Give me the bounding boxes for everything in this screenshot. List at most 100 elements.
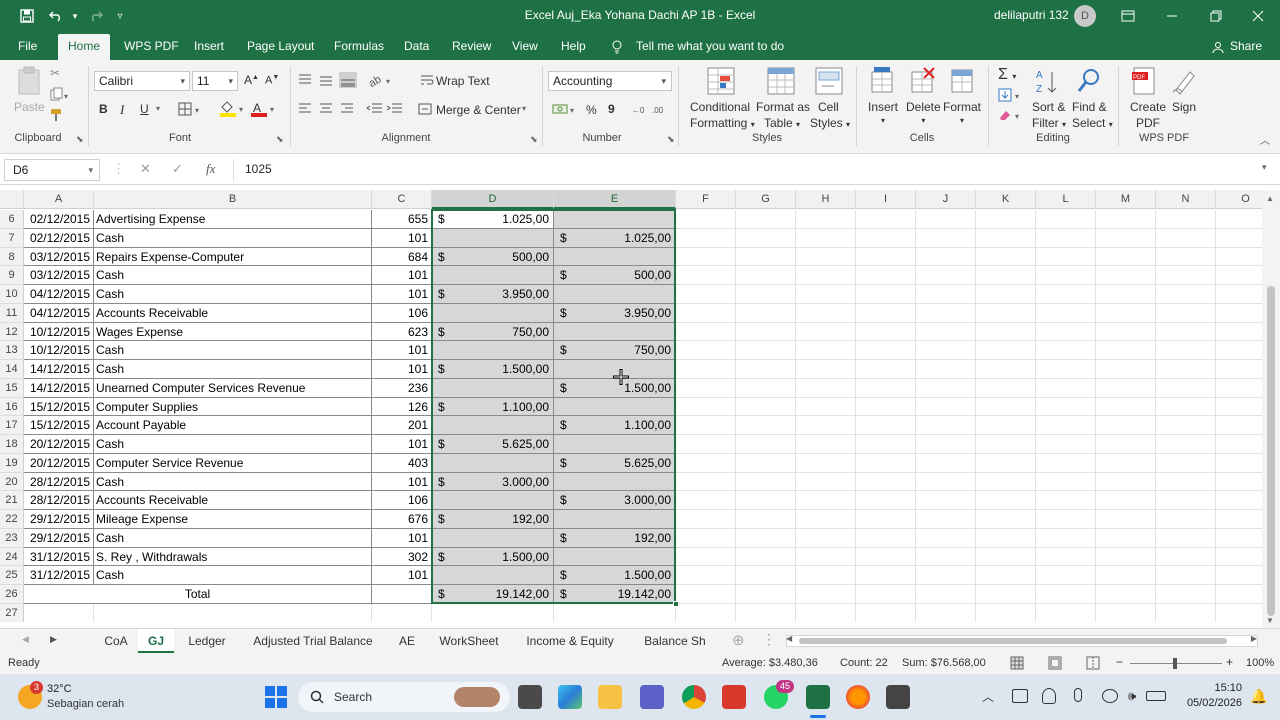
grid-cell[interactable]	[1036, 378, 1096, 398]
grid-cell[interactable]	[736, 228, 796, 248]
grid-cell[interactable]	[736, 603, 796, 622]
grid-cell[interactable]	[1096, 566, 1156, 585]
cell-account[interactable]: Cash	[94, 435, 372, 454]
grid-cell[interactable]	[1216, 454, 1262, 473]
bold-button[interactable]: B	[99, 102, 108, 116]
cell-credit[interactable]	[554, 210, 676, 229]
find-select-icon[interactable]	[1076, 66, 1104, 99]
save-icon[interactable]	[14, 0, 40, 32]
grid-cell[interactable]	[1036, 285, 1096, 304]
cell-date[interactable]: 29/12/2015	[24, 528, 94, 548]
format-as-table-icon[interactable]	[766, 66, 796, 99]
grid-cell[interactable]	[1036, 585, 1096, 604]
find-select-button[interactable]: Find & Select ▾	[1072, 100, 1113, 130]
page-layout-view-icon[interactable]	[1048, 656, 1062, 673]
grid-cell[interactable]	[856, 397, 916, 417]
cell-credit[interactable]: $500,00	[554, 266, 676, 285]
grid-cell[interactable]	[856, 210, 916, 229]
menu-page-layout[interactable]: Page Layout	[247, 32, 314, 60]
grid-cell[interactable]	[1096, 491, 1156, 510]
cell-ref[interactable]: 101	[372, 341, 432, 360]
row-header[interactable]: 24	[0, 547, 24, 567]
grid-cell[interactable]	[976, 435, 1036, 454]
cell-debit[interactable]	[432, 491, 554, 510]
grid-cell[interactable]	[676, 360, 736, 379]
cell-date[interactable]: 28/12/2015	[24, 472, 94, 492]
grid-cell[interactable]	[796, 528, 856, 548]
page-break-view-icon[interactable]	[1086, 656, 1100, 673]
grid-cell[interactable]	[1216, 323, 1262, 342]
column-header-b[interactable]: B	[94, 190, 372, 209]
grid-cell[interactable]	[916, 528, 976, 548]
cell-ref[interactable]: 106	[372, 491, 432, 510]
cell-ref[interactable]: 655	[372, 210, 432, 229]
grid-cell[interactable]	[676, 228, 736, 248]
cell-account[interactable]: Cash	[94, 360, 372, 379]
menu-formulas[interactable]: Formulas	[334, 32, 384, 60]
sheet-tab[interactable]: CoA	[96, 629, 136, 653]
row-header[interactable]: 11	[0, 303, 24, 323]
column-header-d[interactable]: D	[432, 190, 554, 209]
add-sheet-icon[interactable]: ⊕	[732, 631, 745, 649]
row-header[interactable]: 13	[0, 341, 24, 360]
cell-credit[interactable]	[554, 435, 676, 454]
grid-cell[interactable]	[1036, 210, 1096, 229]
row-header[interactable]: 6	[0, 210, 24, 229]
orientation-icon[interactable]: ab ▾	[366, 72, 394, 91]
grid-cell[interactable]	[916, 360, 976, 379]
cell-styles-button[interactable]: Cell Styles ▾	[810, 100, 850, 130]
grid-cell[interactable]	[1156, 453, 1216, 473]
cell-debit[interactable]	[432, 453, 554, 473]
cell-date[interactable]: 14/12/2015	[24, 378, 94, 398]
grid-cell[interactable]	[916, 510, 976, 529]
grid-cell[interactable]	[916, 285, 976, 304]
undo-dropdown-icon[interactable]: ▾	[68, 0, 82, 32]
grid-cell[interactable]	[856, 266, 916, 285]
total-credit[interactable]: $19.142,00	[554, 585, 676, 604]
grid-cell[interactable]	[976, 472, 1036, 492]
grid-cell[interactable]	[856, 566, 916, 585]
grid-cell[interactable]	[736, 510, 796, 529]
grid-cell[interactable]	[916, 472, 976, 492]
fill-handle[interactable]	[673, 600, 679, 607]
grid-cell[interactable]	[736, 378, 796, 398]
grid-cell[interactable]	[1156, 416, 1216, 435]
grid-cell[interactable]	[1036, 510, 1096, 529]
sheet-tab[interactable]: Income & Equity	[512, 629, 628, 653]
grid-cell[interactable]	[1096, 528, 1156, 548]
grid-cell[interactable]	[856, 585, 916, 604]
grid-cell[interactable]	[1156, 303, 1216, 323]
grid-cell[interactable]	[796, 378, 856, 398]
grid-cell[interactable]	[676, 528, 736, 548]
grid-cell[interactable]	[736, 472, 796, 492]
grid-cell[interactable]	[796, 341, 856, 360]
alignment-launcher-icon[interactable]: ⬊	[530, 134, 538, 145]
decimal-icon[interactable]: ←0 .00	[632, 103, 672, 117]
cell-debit[interactable]: $750,00	[432, 322, 554, 342]
zoom-slider-thumb[interactable]	[1173, 658, 1177, 669]
grid-cell[interactable]	[796, 397, 856, 417]
cell-debit[interactable]: $1.025,00	[432, 210, 554, 229]
grid-cell[interactable]	[554, 603, 676, 622]
cell-credit[interactable]: $750,00	[554, 341, 676, 360]
insert-cells-icon[interactable]	[868, 66, 896, 99]
cell-ref[interactable]: 684	[372, 247, 432, 267]
cell-ref[interactable]: 236	[372, 378, 432, 398]
grid-cell[interactable]	[736, 416, 796, 435]
grid-cell[interactable]	[796, 247, 856, 267]
grid-cell[interactable]	[976, 303, 1036, 323]
grid-cell[interactable]	[916, 397, 976, 417]
row-header[interactable]: 16	[0, 397, 24, 417]
grid-cell[interactable]	[736, 435, 796, 454]
grid-cell[interactable]	[916, 416, 976, 435]
grid-cell[interactable]	[856, 285, 916, 304]
grid-cell[interactable]	[1036, 603, 1096, 622]
comma-style-button[interactable]: 9	[608, 102, 615, 116]
grid-cell[interactable]	[796, 416, 856, 435]
sheet-tab[interactable]: Balance Sh	[630, 629, 720, 653]
grid-cell[interactable]	[1216, 585, 1262, 604]
cell-account[interactable]: Computer Supplies	[94, 397, 372, 417]
cell-credit[interactable]: $1.500,00	[554, 566, 676, 585]
grid-cell[interactable]	[916, 266, 976, 285]
windows-start-icon[interactable]	[264, 685, 288, 712]
